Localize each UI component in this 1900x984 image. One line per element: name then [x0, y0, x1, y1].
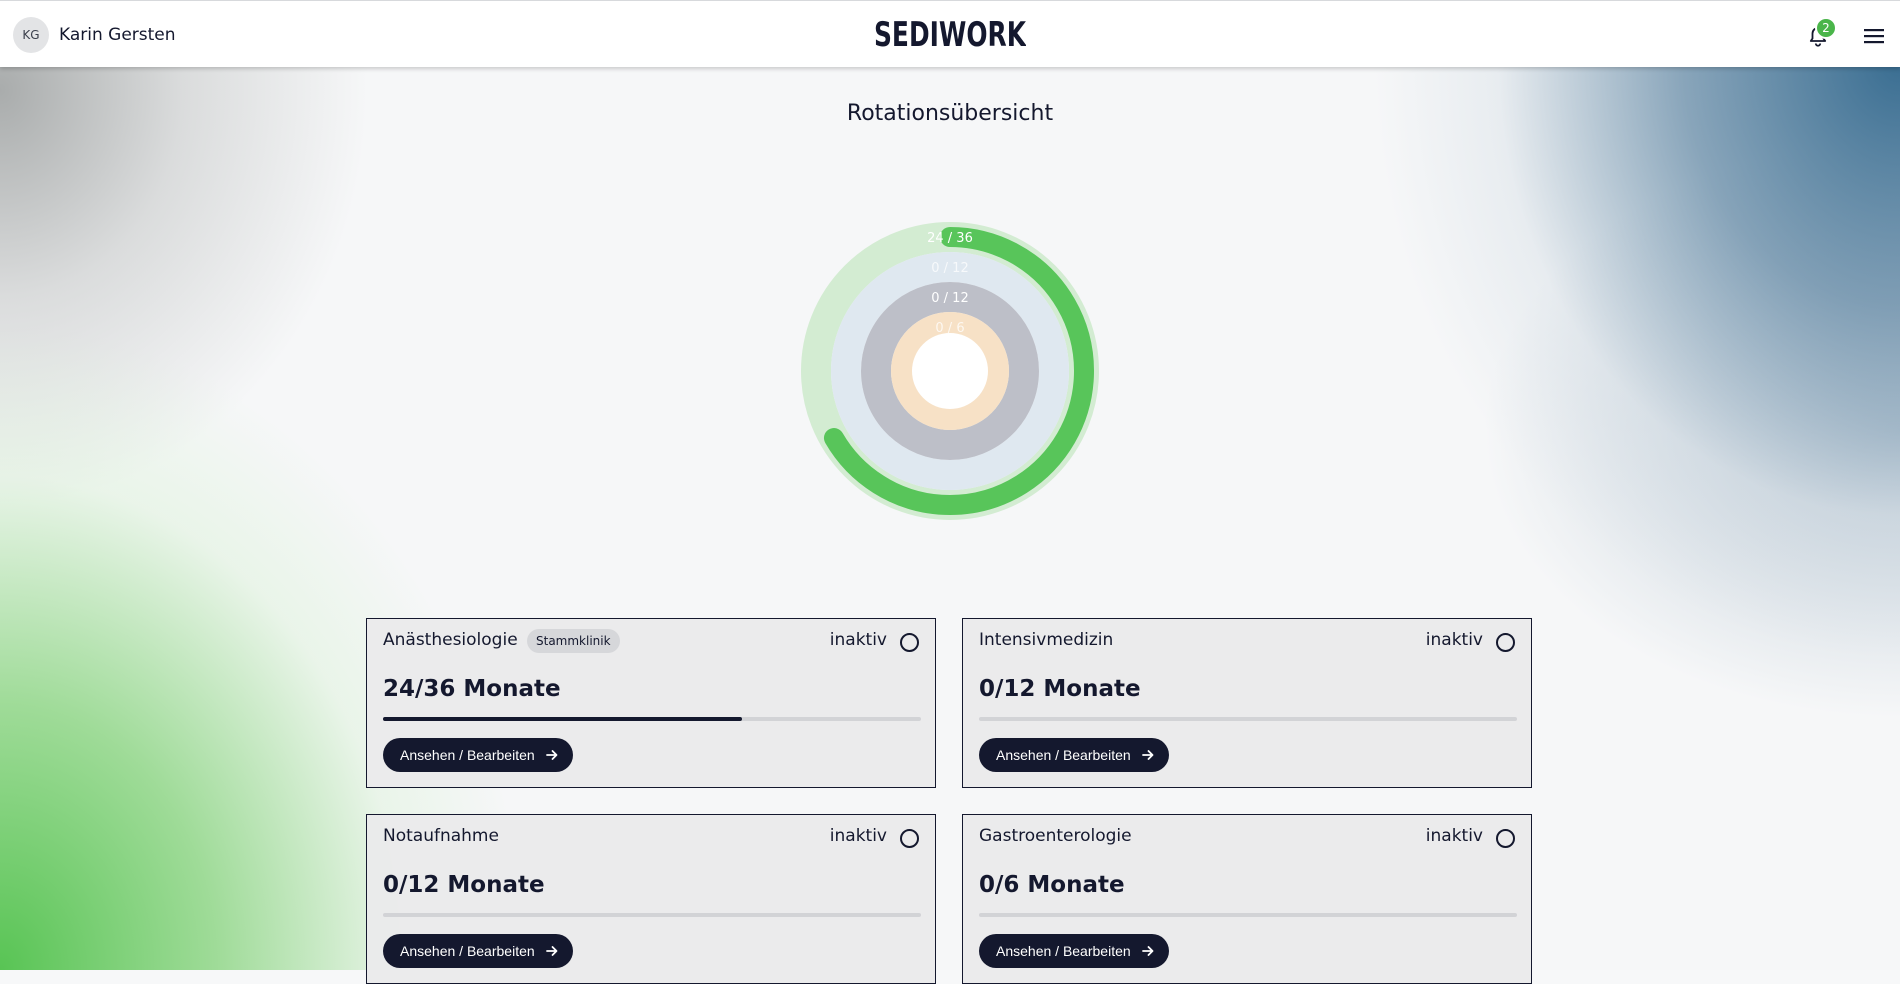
card-title: Anästhesiologie	[383, 630, 518, 650]
card-status: inaktiv	[1425, 826, 1483, 846]
rotation-radial-chart: 24 / 36 0 / 12 0 / 12 0 / 6	[780, 208, 1120, 548]
view-edit-button[interactable]: Ansehen / Bearbeiten	[383, 738, 573, 772]
button-label: Ansehen / Bearbeiten	[400, 943, 535, 959]
ring-center	[912, 333, 988, 409]
avatar[interactable]: KG	[13, 17, 49, 53]
card-months: 0/12 Monate	[383, 872, 545, 898]
card-status: inaktiv	[829, 630, 887, 650]
view-edit-button[interactable]: Ansehen / Bearbeiten	[979, 738, 1169, 772]
progress-track	[979, 717, 1517, 721]
user-name: Karin Gersten	[59, 25, 176, 45]
status-radio[interactable]	[1496, 633, 1515, 652]
status-radio[interactable]	[900, 829, 919, 848]
rotation-card: Gastroenterologie inaktiv 0/6 Monate Ans…	[962, 814, 1532, 984]
page-title: Rotationsübersicht	[846, 101, 1054, 126]
button-label: Ansehen / Bearbeiten	[996, 747, 1131, 763]
view-edit-button[interactable]: Ansehen / Bearbeiten	[383, 934, 573, 968]
card-months: 24/36 Monate	[383, 676, 561, 702]
logo-text: SEDIWORK	[874, 15, 1026, 51]
arrow-right-icon	[1141, 946, 1154, 956]
progress-track	[979, 913, 1517, 917]
logo: SEDIWORK	[874, 15, 1026, 51]
hamburger-menu-icon[interactable]	[1862, 26, 1886, 46]
top-bar: KG Karin Gersten SEDIWORK 2	[0, 0, 1900, 67]
ring-label-2: 0 / 12	[931, 291, 968, 306]
card-months: 0/12 Monate	[979, 676, 1141, 702]
arrow-right-icon	[545, 946, 558, 956]
button-label: Ansehen / Bearbeiten	[400, 747, 535, 763]
ring-label-1: 0 / 12	[931, 261, 968, 276]
progress-track	[383, 717, 921, 721]
arrow-right-icon	[1141, 750, 1154, 760]
card-title: Gastroenterologie	[979, 826, 1132, 846]
user-menu[interactable]: KG Karin Gersten	[13, 17, 176, 53]
card-status: inaktiv	[829, 826, 887, 846]
rotation-card: Intensivmedizin inaktiv 0/12 Monate Anse…	[962, 618, 1532, 788]
card-title: Intensivmedizin	[979, 630, 1114, 650]
card-months: 0/6 Monate	[979, 872, 1125, 898]
rotation-card: Anästhesiologie Stammklinik inaktiv 24/3…	[366, 618, 936, 788]
button-label: Ansehen / Bearbeiten	[996, 943, 1131, 959]
arrow-right-icon	[545, 750, 558, 760]
card-title: Notaufnahme	[383, 826, 499, 846]
progress-track	[383, 913, 921, 917]
view-edit-button[interactable]: Ansehen / Bearbeiten	[979, 934, 1169, 968]
ring-label-0: 24 / 36	[927, 231, 973, 246]
notification-badge: 2	[1815, 17, 1837, 39]
status-radio[interactable]	[900, 633, 919, 652]
card-status: inaktiv	[1425, 630, 1483, 650]
progress-fill	[383, 717, 742, 721]
rotation-card: Notaufnahme inaktiv 0/12 Monate Ansehen …	[366, 814, 936, 984]
status-radio[interactable]	[1496, 829, 1515, 848]
card-tag: Stammklinik	[527, 629, 620, 653]
